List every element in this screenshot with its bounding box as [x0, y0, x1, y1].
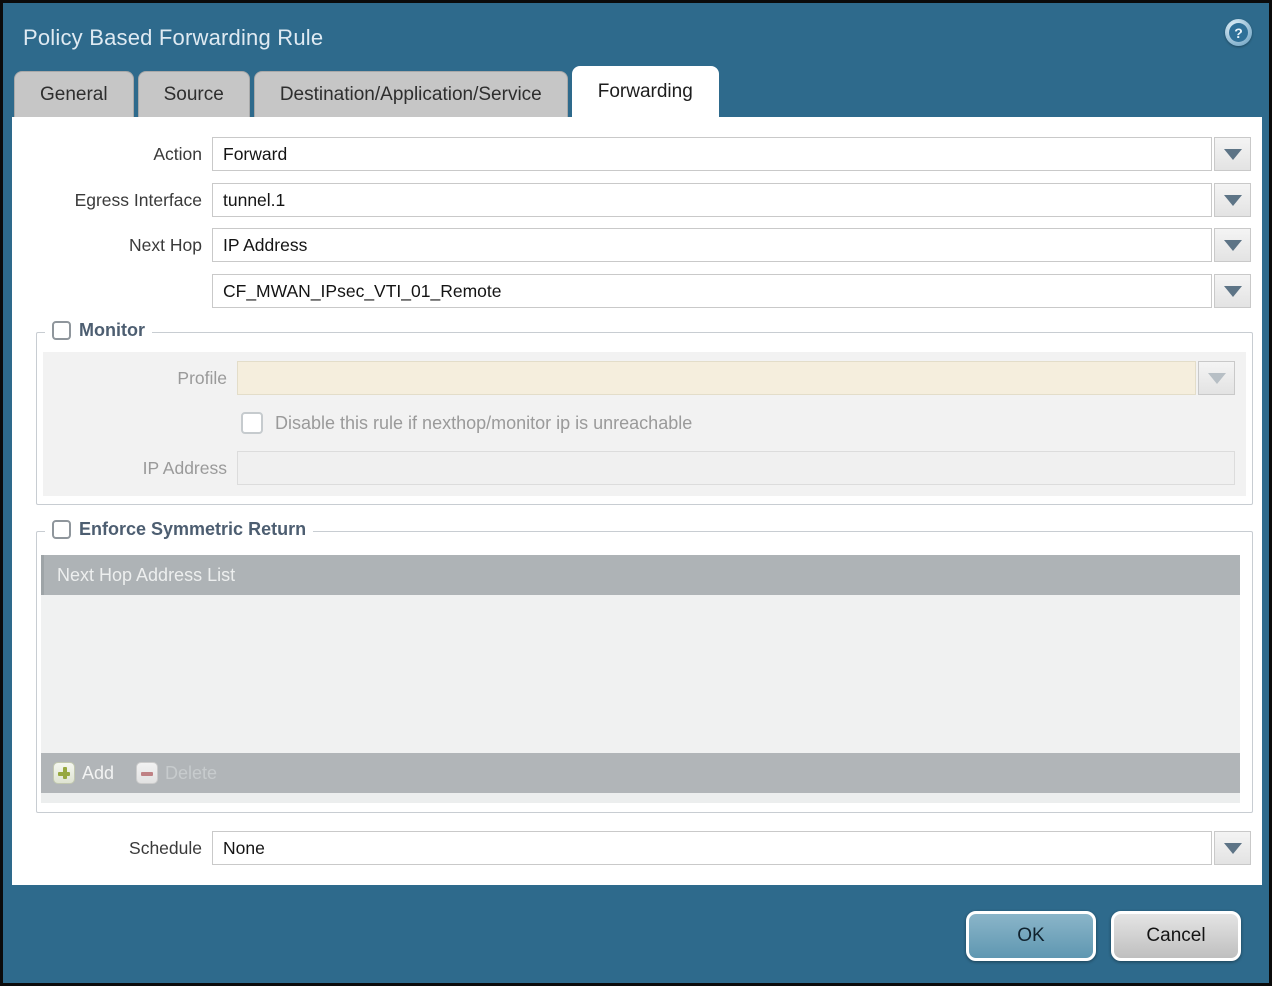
profile-select	[237, 361, 1196, 395]
next-hop-address-input[interactable]: CF_MWAN_IPsec_VTI_01_Remote	[212, 274, 1212, 308]
enforce-symmetric-return-checkbox[interactable]	[52, 520, 71, 539]
action-dropdown-button[interactable]	[1214, 137, 1251, 171]
monitor-ip-address-label: IP Address	[43, 458, 237, 479]
enforce-symmetric-return-title: Enforce Symmetric Return	[79, 519, 306, 540]
tab-bar: General Source Destination/Application/S…	[14, 67, 1269, 117]
next-hop-dropdown-button[interactable]	[1214, 228, 1251, 262]
tab-general[interactable]: General	[14, 71, 134, 117]
enforce-symmetric-return-legend: Enforce Symmetric Return	[45, 519, 313, 540]
monitor-panel: Profile Disable this rule if nexthop/mon…	[43, 352, 1246, 496]
disable-rule-label: Disable this rule if nexthop/monitor ip …	[275, 413, 692, 434]
table-bottom-strip	[41, 793, 1240, 803]
schedule-label: Schedule	[12, 838, 212, 859]
monitor-legend: Monitor	[45, 320, 152, 341]
delete-icon	[136, 762, 158, 784]
action-label: Action	[12, 144, 212, 165]
add-icon	[53, 762, 75, 784]
monitor-title: Monitor	[79, 320, 145, 341]
egress-interface-label: Egress Interface	[12, 190, 212, 211]
profile-label: Profile	[43, 368, 237, 389]
action-select[interactable]: Forward	[212, 137, 1212, 171]
monitor-section: Monitor Profile Disable this rule if nex…	[36, 332, 1253, 505]
egress-interface-dropdown-button[interactable]	[1214, 183, 1251, 217]
delete-button: Delete	[136, 762, 217, 784]
question-mark-icon: ?	[1229, 23, 1248, 42]
chevron-down-icon	[1224, 240, 1242, 251]
tab-destination-application-service[interactable]: Destination/Application/Service	[254, 71, 568, 117]
profile-row: Profile	[43, 361, 1246, 395]
next-hop-row: Next Hop IP Address	[12, 228, 1262, 262]
disable-rule-checkbox	[241, 412, 263, 434]
next-hop-address-list-rows[interactable]	[41, 595, 1240, 753]
pbf-rule-dialog: Policy Based Forwarding Rule ? General S…	[0, 0, 1272, 986]
next-hop-address-list-toolbar: Add Delete	[41, 753, 1240, 793]
title-bar: Policy Based Forwarding Rule	[3, 3, 1269, 67]
dialog-action-buttons: OK Cancel	[966, 911, 1241, 961]
chevron-down-icon	[1208, 373, 1226, 384]
cancel-button[interactable]: Cancel	[1111, 911, 1241, 961]
profile-dropdown-button	[1198, 361, 1235, 395]
chevron-down-icon	[1224, 149, 1242, 160]
forwarding-tab-panel: Action Forward Egress Interface tunnel.1…	[12, 117, 1262, 885]
next-hop-address-list-container: Next Hop Address List Add Delete	[37, 532, 1252, 812]
help-icon[interactable]: ?	[1225, 19, 1252, 46]
action-row: Action Forward	[12, 137, 1262, 171]
egress-interface-row: Egress Interface tunnel.1	[12, 183, 1262, 217]
schedule-dropdown-button[interactable]	[1214, 831, 1251, 865]
monitor-checkbox[interactable]	[52, 321, 71, 340]
next-hop-address-list-header: Next Hop Address List	[41, 555, 1240, 595]
monitor-ip-address-input	[237, 451, 1235, 485]
dialog-title: Policy Based Forwarding Rule	[23, 25, 323, 51]
next-hop-type-select[interactable]: IP Address	[212, 228, 1212, 262]
schedule-select[interactable]: None	[212, 831, 1212, 865]
disable-rule-row: Disable this rule if nexthop/monitor ip …	[43, 412, 1246, 434]
next-hop-label: Next Hop	[12, 235, 212, 256]
enforce-symmetric-return-section: Enforce Symmetric Return Next Hop Addres…	[36, 531, 1253, 813]
ok-button[interactable]: OK	[966, 911, 1096, 961]
next-hop-address-row: CF_MWAN_IPsec_VTI_01_Remote	[12, 274, 1262, 308]
egress-interface-select[interactable]: tunnel.1	[212, 183, 1212, 217]
tab-forwarding[interactable]: Forwarding	[572, 66, 719, 117]
monitor-ip-address-row: IP Address	[43, 451, 1246, 485]
chevron-down-icon	[1224, 195, 1242, 206]
tab-source[interactable]: Source	[138, 71, 250, 117]
chevron-down-icon	[1224, 843, 1242, 854]
schedule-row: Schedule None	[12, 831, 1262, 865]
chevron-down-icon	[1224, 286, 1242, 297]
next-hop-address-list-table: Next Hop Address List Add Delete	[41, 555, 1240, 803]
next-hop-address-dropdown-button[interactable]	[1214, 274, 1251, 308]
add-button[interactable]: Add	[53, 762, 114, 784]
